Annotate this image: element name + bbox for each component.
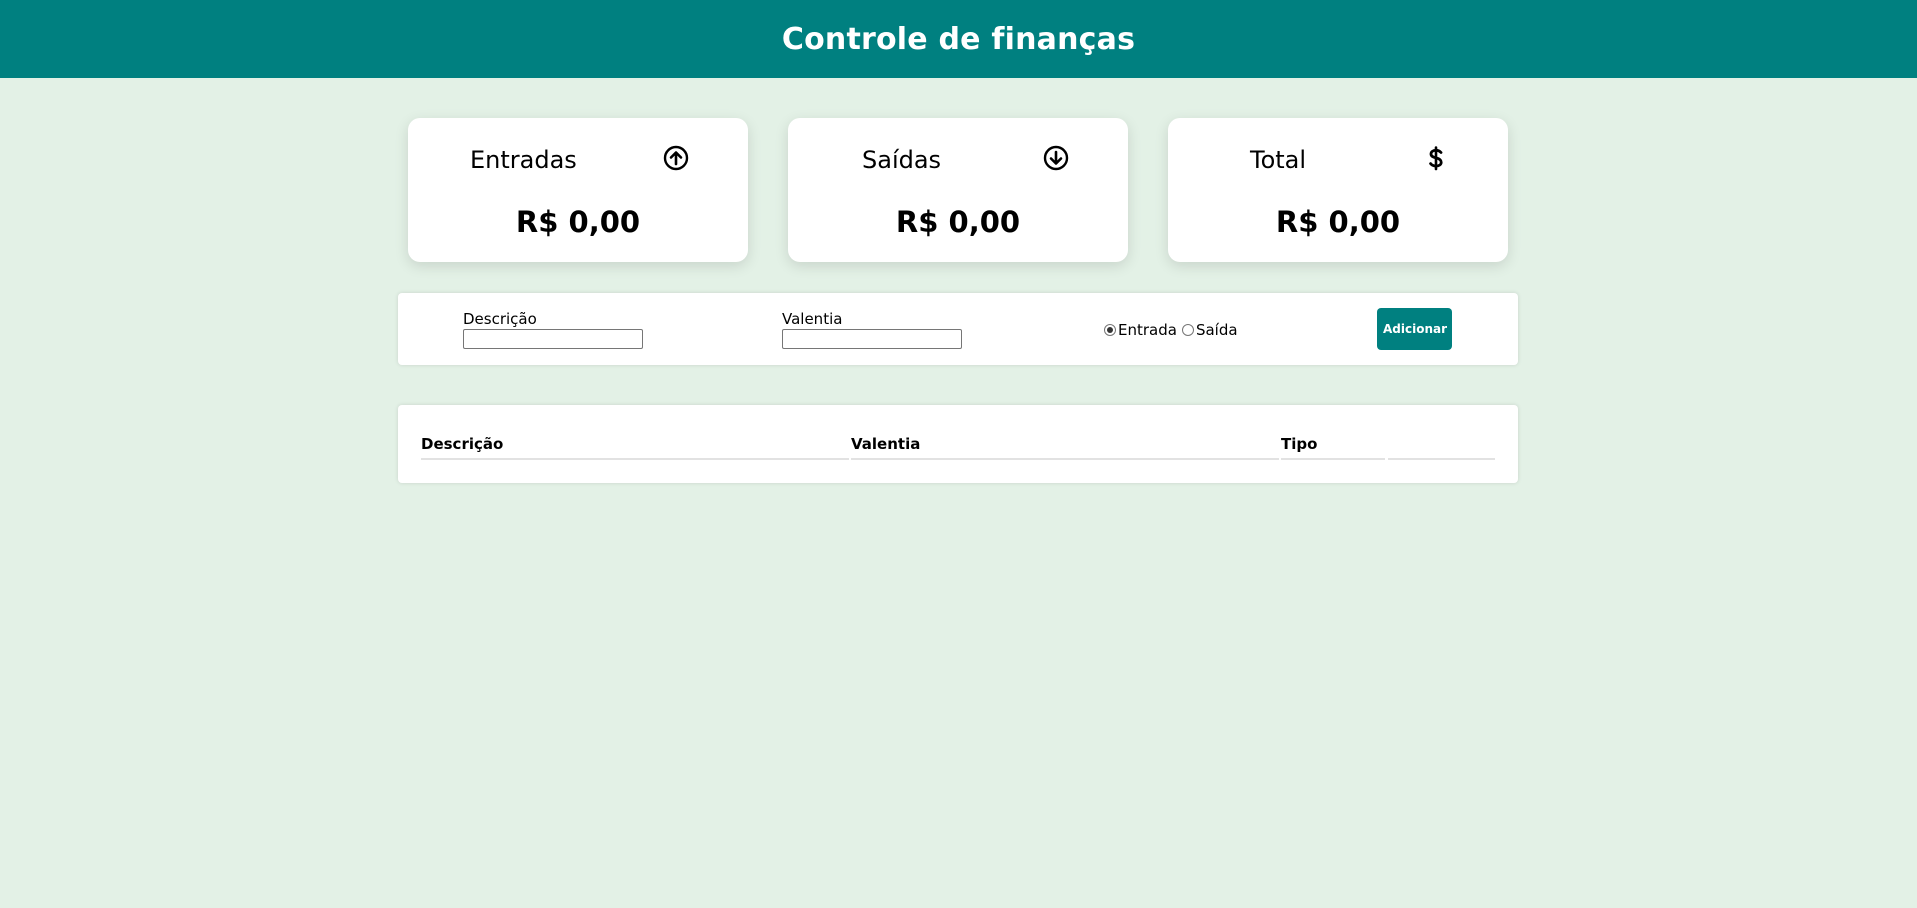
radio-saida[interactable] <box>1181 324 1194 336</box>
card-entradas: Entradas R$ 0,00 <box>408 118 748 262</box>
radio-entrada-label[interactable]: Entrada <box>1118 321 1177 339</box>
card-total: Total R$ 0,00 <box>1168 118 1508 262</box>
amount-label: Valentia <box>782 310 843 328</box>
card-label: Saídas <box>862 146 942 174</box>
transaction-form: Descrição Valentia Entrada Saída Adicion… <box>398 293 1518 365</box>
description-label: Descrição <box>463 310 537 328</box>
radio-saida-label[interactable]: Saída <box>1196 321 1238 339</box>
arrow-down-circle-icon <box>1043 145 1069 171</box>
page-title: Controle de finanças <box>781 21 1136 57</box>
card-value: R$ 0,00 <box>895 205 1021 239</box>
arrow-up-circle-icon <box>663 145 689 171</box>
card-value: R$ 0,00 <box>515 205 641 239</box>
column-header-tipo: Tipo <box>1281 435 1318 453</box>
app-header: Controle de finanças <box>0 0 1917 78</box>
header-divider <box>1281 458 1385 460</box>
column-header-descricao: Descrição <box>421 435 504 453</box>
header-divider <box>1388 458 1495 460</box>
transactions-table: Descrição Valentia Tipo <box>398 405 1518 483</box>
radio-entrada[interactable] <box>1104 324 1116 336</box>
description-input[interactable] <box>463 329 643 349</box>
card-label: Entradas <box>470 146 577 174</box>
card-value: R$ 0,00 <box>1275 205 1401 239</box>
dollar-icon <box>1429 146 1443 171</box>
add-button[interactable]: Adicionar <box>1377 308 1452 350</box>
card-label: Total <box>1250 146 1307 174</box>
card-saidas: Saídas R$ 0,00 <box>788 118 1128 262</box>
header-divider <box>421 458 849 460</box>
type-radio-group: Entrada Saída <box>1104 321 1243 339</box>
amount-input[interactable] <box>782 329 962 349</box>
header-divider <box>851 458 1279 460</box>
column-header-valor: Valentia <box>851 435 921 453</box>
